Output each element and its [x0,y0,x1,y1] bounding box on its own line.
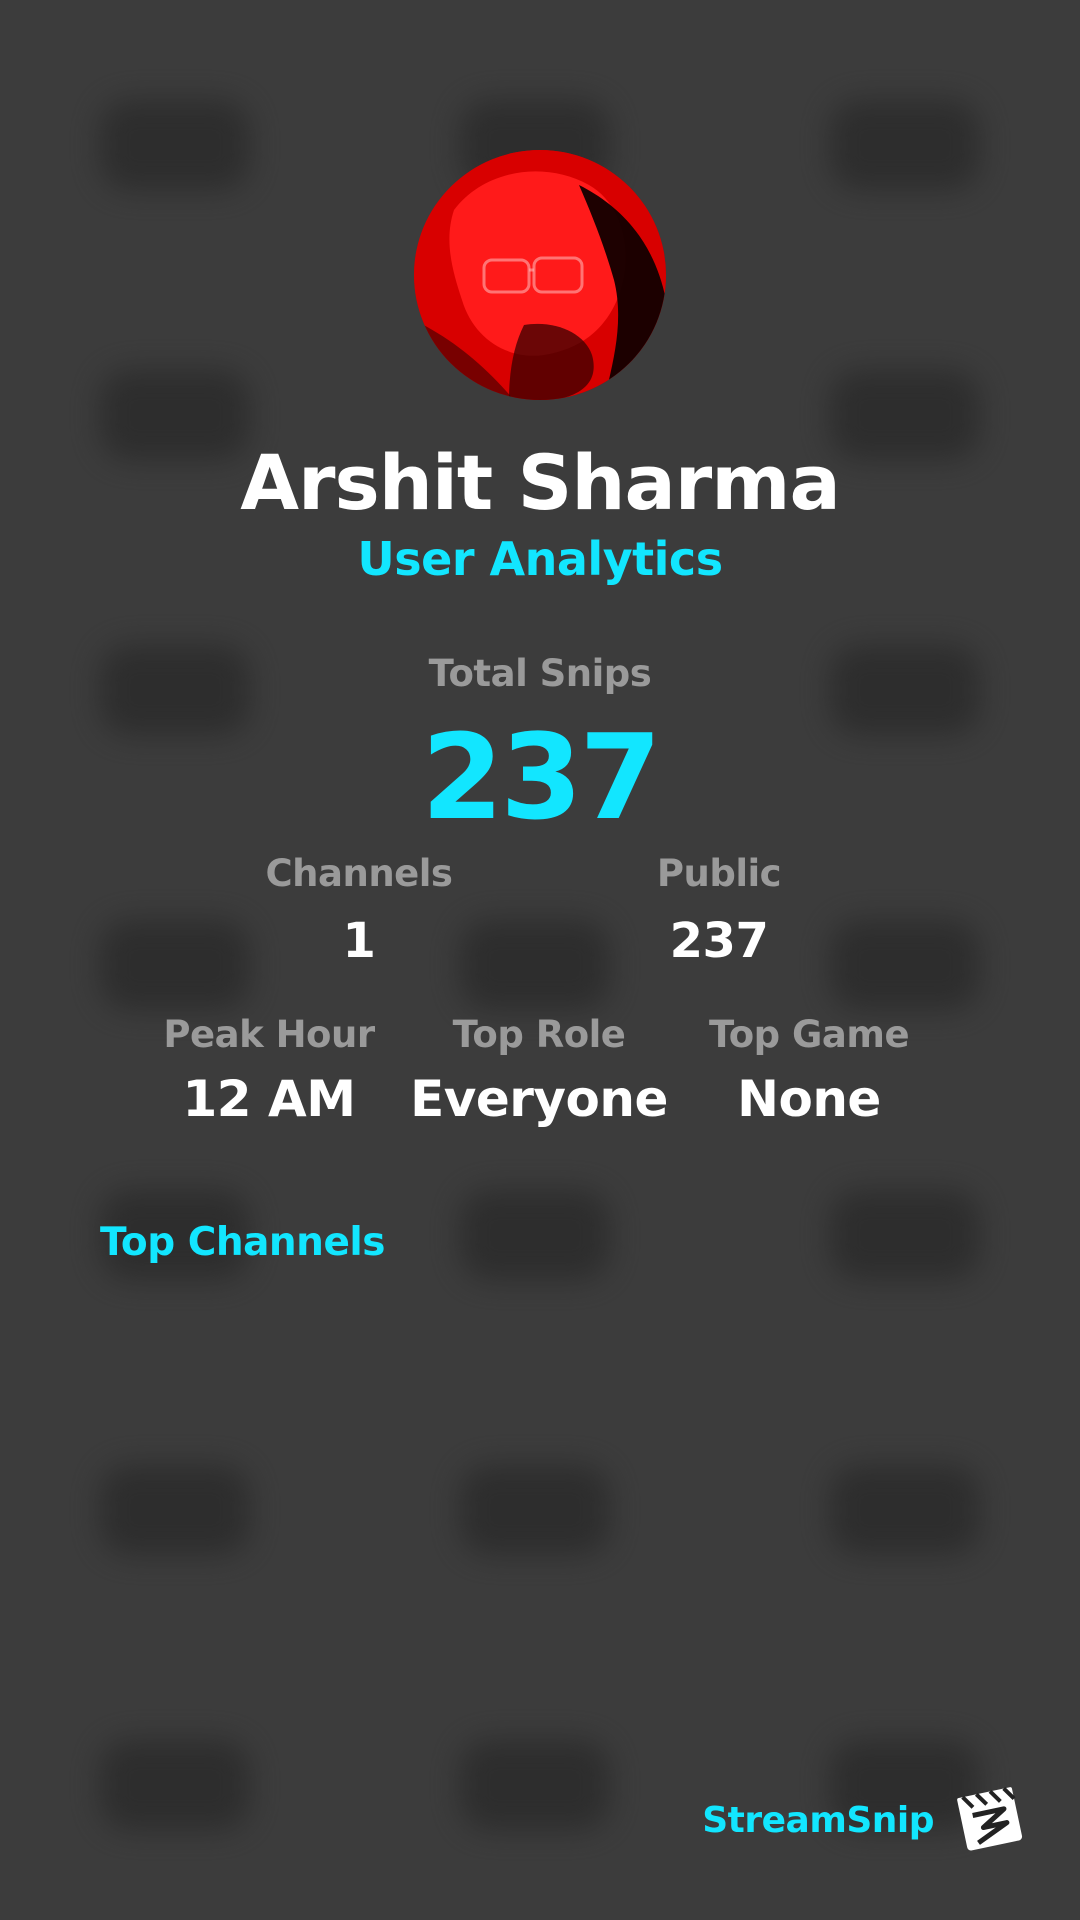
stat-channels-value: 1 [342,913,376,969]
avatar-image [414,150,666,400]
stat-peak-hour: Peak Hour 12 AM [139,1013,399,1128]
brand-name: StreamSnip [702,1799,934,1841]
total-snips-label: Total Snips [428,652,652,695]
stat-peak-hour-value: 12 AM [182,1070,356,1128]
stat-public-value: 237 [669,913,769,969]
stat-top-role-label: Top Role [452,1013,626,1056]
stat-top-game-label: Top Game [708,1013,910,1056]
stat-channels-label: Channels [265,852,453,895]
stat-top-role: Top Role Everyone [409,1013,669,1128]
stat-peak-hour-label: Peak Hour [163,1013,375,1056]
stat-top-role-value: Everyone [410,1070,668,1128]
page-subtitle: User Analytics [357,532,723,586]
total-snips-value: 237 [421,708,661,846]
brand: StreamSnip [702,1782,1028,1858]
avatar [414,150,666,400]
analytics-card: Arshit Sharma User Analytics Total Snips… [0,0,1080,1920]
stat-top-game-value: None [737,1070,881,1128]
clapperboard-icon [952,1782,1028,1858]
user-name: Arshit Sharma [240,438,841,527]
top-channels-title: Top Channels [100,1220,385,1265]
stat-public: Public 237 [589,852,849,969]
stat-top-game: Top Game None [679,1013,939,1128]
stat-channels: Channels 1 [229,852,489,969]
stat-public-label: Public [656,852,782,895]
